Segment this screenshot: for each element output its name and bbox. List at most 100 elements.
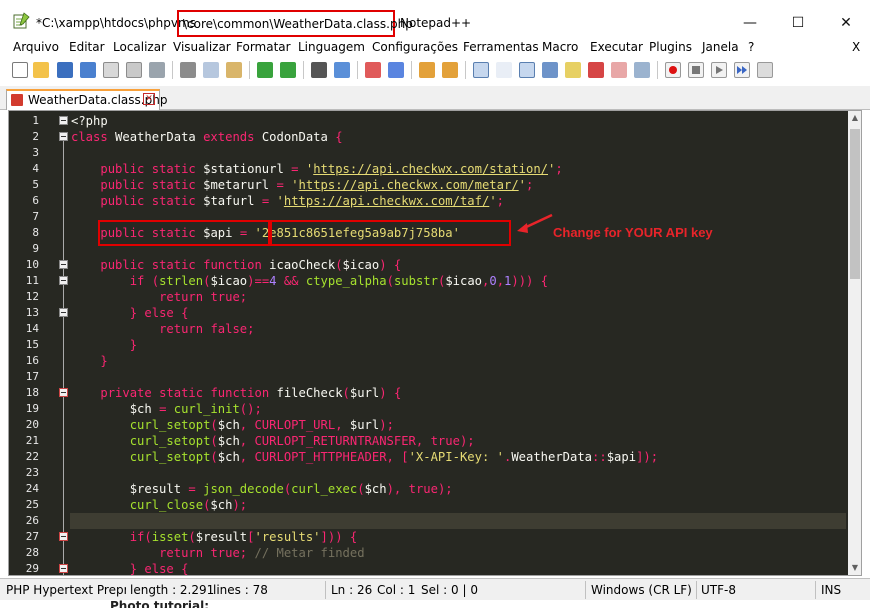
api-key-annotation: Change for YOUR API key (553, 225, 713, 240)
function-list-icon[interactable] (588, 62, 604, 78)
menu-linguagem[interactable]: Linguagem (298, 40, 365, 54)
save-icon[interactable] (57, 62, 73, 78)
menu-editar[interactable]: Editar (69, 40, 105, 54)
zoom-in-icon[interactable] (365, 62, 381, 78)
tab-bar: WeatherData.class.php ✕ (0, 86, 870, 110)
record-macro-icon[interactable] (665, 62, 681, 78)
vertical-scrollbar[interactable]: ▲ ▼ (848, 111, 861, 575)
window-title-app: Notepad++ (400, 16, 472, 30)
code-line: 27 if(isset($result['results'])) { (25, 530, 358, 544)
fold-toggle-icon[interactable] (59, 132, 68, 141)
find-icon[interactable] (311, 62, 327, 78)
sync-h-icon[interactable] (442, 62, 458, 78)
close-document-button[interactable]: X (852, 40, 860, 54)
status-eol: Windows (CR LF) (591, 583, 692, 597)
minimize-button[interactable]: — (730, 4, 770, 42)
paste-icon[interactable] (226, 62, 242, 78)
close-icon[interactable] (103, 62, 119, 78)
status-lines: lines : 78 (213, 583, 268, 597)
fold-toggle-icon[interactable] (59, 388, 68, 397)
code-line: 29 } else { (25, 562, 189, 576)
fold-toggle-icon[interactable] (59, 260, 68, 269)
maximize-button[interactable]: ☐ (778, 4, 818, 42)
fold-toggle-icon[interactable] (59, 116, 68, 125)
fold-toggle-icon[interactable] (59, 564, 68, 573)
fold-toggle-icon[interactable] (59, 276, 68, 285)
run-macro-multi-icon[interactable] (734, 62, 750, 78)
status-mode: INS (821, 583, 842, 597)
status-bar: PHP Hypertext Preprocessor length : 2.29… (0, 578, 870, 600)
code-line: 18 private static function fileCheck($ur… (25, 386, 402, 400)
code-line: 1 <?php (32, 114, 108, 128)
cut-icon[interactable] (180, 62, 196, 78)
unsaved-file-icon (11, 94, 23, 106)
scroll-up-icon[interactable]: ▲ (848, 111, 861, 125)
indent-guide-icon[interactable] (519, 62, 535, 78)
menu-arquivo[interactable]: Arquivo (13, 40, 59, 54)
code-line: 26 (25, 514, 39, 527)
minimize-icon: — (743, 15, 757, 31)
menu-ferramentas[interactable]: Ferramentas (463, 40, 539, 54)
code-line: 13 } else { (25, 306, 189, 320)
status-encoding: UTF-8 (701, 583, 736, 597)
close-all-icon[interactable] (126, 62, 142, 78)
fold-toggle-icon[interactable] (59, 308, 68, 317)
menu-executar[interactable]: Executar (590, 40, 643, 54)
notepad-plus-plus-icon (12, 12, 30, 30)
menu-visualizar[interactable]: Visualizar (173, 40, 231, 54)
code-line: 6 public static $tafurl = 'https://api.c… (32, 194, 504, 208)
sync-v-icon[interactable] (419, 62, 435, 78)
menu-janela[interactable]: Janela (702, 40, 739, 54)
code-line: 2 class WeatherData extends CodonData { (32, 130, 343, 144)
doc-map-icon[interactable] (565, 62, 581, 78)
menu-plugins[interactable]: Plugins (649, 40, 692, 54)
code-line: 20 curl_setopt($ch, CURLOPT_URL, $url); (25, 418, 394, 432)
code-line: 17 (25, 370, 39, 383)
title-bar: *C:\xampp\htdocs\phpvms \core\common\Wea… (0, 0, 870, 44)
print-icon[interactable] (149, 62, 165, 78)
photo-tutorial-caption: Photo tutorial: (110, 600, 210, 608)
code-line: 23 (25, 466, 39, 479)
status-language: PHP Hypertext Preprocessor (6, 583, 126, 597)
save-all-icon[interactable] (80, 62, 96, 78)
tab-close-button[interactable]: ✕ (143, 93, 155, 105)
show-all-chars-icon[interactable] (496, 62, 512, 78)
menu-formatar[interactable]: Formatar (236, 40, 291, 54)
menu-localizar[interactable]: Localizar (113, 40, 166, 54)
window-title-highlight: \core\common\WeatherData.class.php (177, 10, 413, 37)
open-file-icon[interactable] (33, 62, 49, 78)
code-line: 15 } (25, 338, 138, 352)
play-macro-icon[interactable] (711, 62, 727, 78)
code-line: 28 return true; // Metar finded (25, 546, 365, 560)
api-declaration-highlight (98, 220, 270, 246)
menu-configuracoes[interactable]: Configurações (372, 40, 458, 54)
tab-weatherdata[interactable]: WeatherData.class.php ✕ (6, 89, 167, 110)
word-wrap-icon[interactable] (473, 62, 489, 78)
replace-icon[interactable] (334, 62, 350, 78)
zoom-out-icon[interactable] (388, 62, 404, 78)
undo-icon[interactable] (257, 62, 273, 78)
status-length: length : 2.291 (130, 583, 215, 597)
code-editor[interactable]: 1 <?php 2 class WeatherData extends CodonD… (8, 110, 862, 576)
close-window-button[interactable]: ✕ (826, 4, 866, 42)
code-line: 21 curl_setopt($ch, CURLOPT_RETURNTRANSF… (25, 434, 475, 448)
window-title-path: *C:\xampp\htdocs\phpvms (36, 16, 196, 30)
status-col: Col : 1 (377, 583, 416, 597)
copy-icon[interactable] (203, 62, 219, 78)
menu-macro[interactable]: Macro (542, 40, 578, 54)
redo-icon[interactable] (280, 62, 296, 78)
udl-icon[interactable] (542, 62, 558, 78)
menu-help[interactable]: ? (748, 40, 754, 54)
new-file-icon[interactable] (12, 62, 28, 78)
code-line: 12 return true; (25, 290, 248, 304)
monitor-icon[interactable] (634, 62, 650, 78)
status-sel: Sel : 0 | 0 (421, 583, 478, 597)
scroll-down-icon[interactable]: ▼ (848, 561, 861, 575)
fold-toggle-icon[interactable] (59, 532, 68, 541)
scrollbar-thumb[interactable] (850, 129, 860, 279)
stop-macro-icon[interactable] (688, 62, 704, 78)
menu-bar: Arquivo Editar Localizar Visualizar Form… (0, 40, 870, 58)
code-line: 4 public static $stationurl = 'https://a… (32, 162, 563, 176)
save-macro-icon[interactable] (757, 62, 773, 78)
folder-workspace-icon[interactable] (611, 62, 627, 78)
